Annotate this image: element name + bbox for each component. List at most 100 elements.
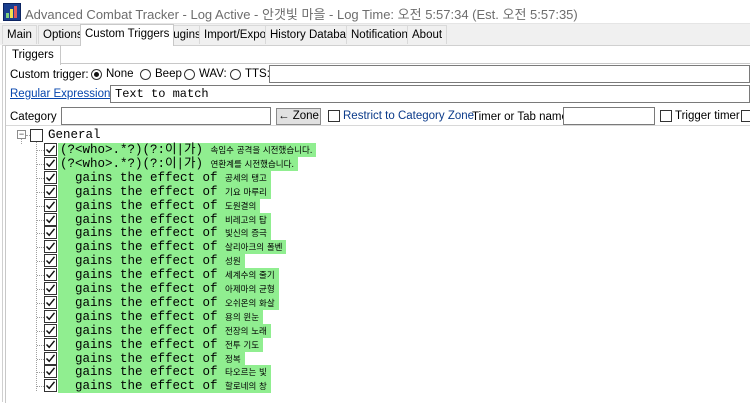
trigger-entry[interactable]: (?<who>.*?)(?:이|가) 속임수 공격을 시전했습니다. [58,143,317,157]
trigger-effect-name: 기요 마루리 [225,188,267,198]
trigger-pattern-text: gains the effect of [60,171,226,185]
trigger-enabled-checkbox[interactable] [44,143,57,156]
trigger-effect-name: 성원 [225,257,241,267]
sound-none-radio[interactable] [91,69,102,80]
trigger-effect-name: 비레고의 탑 [225,216,267,226]
tab-custom-triggers[interactable]: Custom Triggers [80,24,175,46]
trigger-effect-name: 빛신의 증극 [225,229,267,239]
trigger-pattern-text: gains the effect of [60,213,226,227]
trigger-pattern-text: gains the effect of [60,185,226,199]
trigger-pattern-text: gains the effect of [60,352,226,366]
sound-tts-radio[interactable] [230,69,241,80]
trigger-enabled-checkbox[interactable] [44,324,57,337]
trigger-pattern-text: gains the effect of [60,199,226,213]
sound-beep-label: Beep [155,68,182,80]
subtab-triggers[interactable]: Triggers [5,45,61,65]
sound-wav-radio[interactable] [184,69,195,80]
collapse-icon[interactable]: − [17,130,26,139]
trigger-enabled-checkbox[interactable] [44,268,57,281]
trigger-entry[interactable]: gains the effect of 정복 [58,352,245,366]
restrict-zone-label: Restrict to Category Zone [343,110,475,122]
zone-button[interactable]: ← Zone [276,108,321,125]
trigger-enabled-checkbox[interactable] [44,379,57,392]
regex-link[interactable]: Regular Expression: [10,88,114,100]
trigger-entry[interactable]: gains the effect of 타오르는 빛 [58,365,271,379]
timer-input[interactable] [563,107,655,125]
trigger-effect-name: 용의 윈눈 [225,313,260,323]
sound-beep-radio[interactable] [140,69,151,80]
trigger-entry[interactable]: gains the effect of 오쉬온의 화살 [58,296,279,310]
custom-trigger-label: Custom trigger: [10,69,89,81]
trigger-enabled-checkbox[interactable] [44,338,57,351]
trigger-enabled-checkbox[interactable] [44,365,57,378]
category-label: Category [10,111,57,123]
trigger-effect-name: 살리아크의 폴벤 [225,243,283,253]
trigger-effect-name: 도원결의 [225,202,257,212]
trigger-effect-name: 전장의 노래 [225,327,267,337]
extra-checkbox[interactable] [741,110,750,122]
trigger-enabled-checkbox[interactable] [44,171,57,184]
trigger-enabled-checkbox[interactable] [44,185,57,198]
trigger-enabled-checkbox[interactable] [44,226,57,239]
trigger-enabled-checkbox[interactable] [44,240,57,253]
trigger-pattern-text: gains the effect of [60,324,226,338]
trigger-entry[interactable]: gains the effect of 아제마의 균형 [58,282,279,296]
regex-input[interactable]: Text to match [110,85,750,103]
category-input[interactable] [61,107,271,125]
trigger-entry[interactable]: gains the effect of 도원결의 [58,199,261,213]
trigger-pattern-text: gains the effect of [60,240,226,254]
trigger-effect-name: 세계수의 줄기 [225,271,275,281]
trigger-entry[interactable]: gains the effect of 비레고의 탑 [58,213,271,227]
trigger-effect-name: 아제마의 균형 [225,285,275,295]
trigger-entry[interactable]: gains the effect of 성원 [58,254,245,268]
trigger-entry[interactable]: (?<who>.*?)(?:이|가) 연환계를 시전했습니다. [58,157,299,171]
tab-about[interactable]: About [407,25,448,44]
trigger-enabled-checkbox[interactable] [44,352,57,365]
trigger-entry[interactable]: gains the effect of 전장의 노래 [58,324,271,338]
tab-main[interactable]: Main [2,25,37,44]
trigger-effect-name: 연환계를 시전했습니다. [210,160,295,170]
tree-group-general: General [48,128,101,142]
trigger-entry[interactable]: gains the effect of 용의 윈눈 [58,310,264,324]
sound-path-input[interactable] [269,65,750,83]
trigger-enabled-checkbox[interactable] [44,157,57,170]
trigger-entry[interactable]: gains the effect of 빛신의 증극 [58,226,271,240]
group-checkbox[interactable] [30,129,43,142]
main-tab-strip: Main Options Custom Triggers Plugins Imp… [0,24,750,46]
trigger-enabled-checkbox[interactable] [44,213,57,226]
app-icon [3,3,21,21]
trigger-pattern-text: gains the effect of [60,310,226,324]
trigger-enabled-checkbox[interactable] [44,199,57,212]
trigger-entry[interactable]: gains the effect of 세계수의 줄기 [58,268,279,282]
trigger-enabled-checkbox[interactable] [44,310,57,323]
trigger-timer-label: Trigger timer [675,110,740,122]
trigger-effect-name: 정복 [225,355,241,365]
trigger-entry[interactable]: gains the effect of 살리아크의 폴벤 [58,240,287,254]
title-bar: Advanced Combat Tracker - Log Active - 안… [0,0,750,24]
trigger-effect-name: 속임수 공격을 시전했습니다. [210,146,313,156]
sound-none-label: None [106,68,134,80]
trigger-pattern-text: gains the effect of [60,296,226,310]
sound-wav-label: WAV: [199,68,227,80]
trigger-timer-checkbox[interactable] [660,110,672,122]
restrict-zone-checkbox[interactable] [328,110,340,122]
trigger-enabled-checkbox[interactable] [44,282,57,295]
trigger-pattern-text: gains the effect of [60,268,226,282]
trigger-enabled-checkbox[interactable] [44,296,57,309]
trigger-pattern-text: gains the effect of [60,365,226,379]
window-title: Advanced Combat Tracker - Log Active - 안… [25,7,578,22]
trigger-effect-name: 공세의 탱고 [225,174,267,184]
trigger-effect-name: 오쉬온의 화살 [225,299,275,309]
trigger-enabled-checkbox[interactable] [44,254,57,267]
trigger-entry[interactable]: gains the effect of 전투 기도 [58,338,264,352]
trigger-effect-name: 전투 기도 [225,341,260,351]
trigger-pattern-text: gains the effect of [60,226,226,240]
trigger-pattern-text: (?<who>.*?)(?:이|가) [60,157,211,171]
trigger-entry[interactable]: gains the effect of 공세의 탱고 [58,171,271,185]
trigger-pattern-text: gains the effect of [60,282,226,296]
trigger-pattern-text: gains the effect of [60,338,226,352]
trigger-entry[interactable]: gains the effect of 할로네의 창 [58,379,271,393]
trigger-entry[interactable]: gains the effect of 기요 마루리 [58,185,271,199]
trigger-pattern-text: (?<who>.*?)(?:이|가) [60,143,211,157]
sound-tts-label: TTS: [245,68,270,80]
